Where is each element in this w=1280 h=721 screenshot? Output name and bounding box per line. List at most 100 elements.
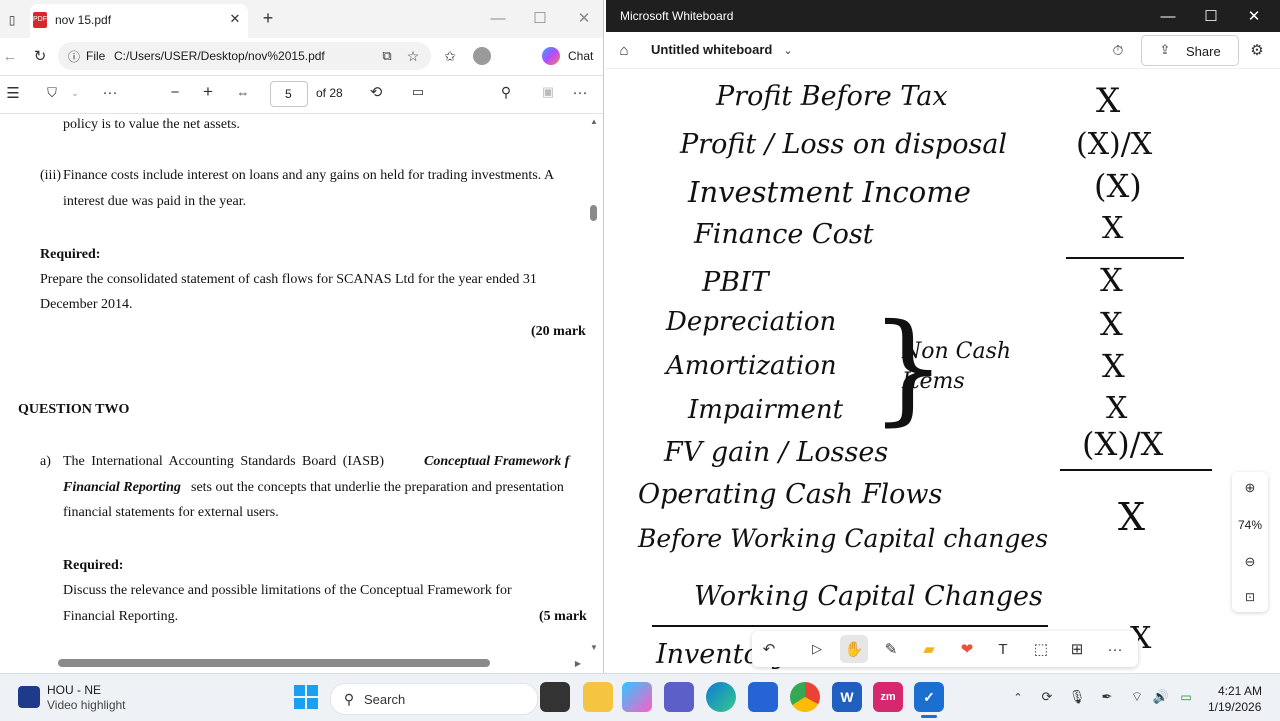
battery-icon[interactable]: ▭ <box>1176 688 1196 706</box>
rotate-icon[interactable]: ⟲ <box>366 82 386 102</box>
required-heading: Required: <box>63 558 124 573</box>
reactions-heart-icon[interactable]: ❤ <box>956 638 978 660</box>
more-tools-icon[interactable]: ··· <box>100 82 120 102</box>
tray-pen-icon[interactable]: ✒ <box>1098 688 1116 706</box>
doc-text: The International Accounting Standards B… <box>63 454 384 469</box>
zoom-out-icon[interactable]: ⊖ <box>1240 552 1260 572</box>
zoom-out-icon[interactable]: − <box>166 82 184 102</box>
wb-close-icon[interactable]: ✕ <box>1244 6 1264 26</box>
ink-text: Operating Cash Flows <box>638 479 943 510</box>
ink-text: FV gain / Losses <box>664 437 889 468</box>
scroll-up-icon[interactable]: ▲ <box>588 115 600 127</box>
refresh-icon[interactable]: ↻ <box>30 46 50 66</box>
wb-maximize-icon[interactable]: ☐ <box>1201 6 1221 26</box>
store-icon[interactable] <box>748 682 778 712</box>
doc-text: Discuss the relevance and possible limit… <box>63 583 512 598</box>
search-icon[interactable]: ⚲ <box>496 82 516 102</box>
more-options-icon[interactable]: ··· <box>1104 638 1126 660</box>
news-widget[interactable]: HOU - NE Video highlight <box>18 682 138 714</box>
doc-text: December 2014. <box>40 297 133 312</box>
favorites-icon[interactable]: ✩ <box>440 46 460 66</box>
settings-gear-icon[interactable]: ⚙ <box>1247 40 1267 60</box>
info-icon[interactable]: ⓘ <box>66 47 82 65</box>
settings-more-icon[interactable]: ··· <box>570 82 590 102</box>
copilot-icon[interactable] <box>542 47 560 65</box>
favorite-star-icon[interactable]: ☆ <box>404 47 422 65</box>
page-view-icon[interactable]: ▭ <box>408 82 428 102</box>
taskbar-search[interactable]: ⚲ Search <box>330 683 538 715</box>
home-icon[interactable]: ⌂ <box>614 40 634 60</box>
minimize-icon[interactable]: — <box>488 8 508 28</box>
chat-label[interactable]: Chat <box>568 49 593 63</box>
zoom-in-icon[interactable]: ⊕ <box>1240 478 1260 498</box>
whiteboard-app-icon[interactable]: ✓ <box>914 682 944 712</box>
board-name[interactable]: Untitled whiteboard <box>651 42 772 57</box>
doc-text: Prepare the consolidated statement of ca… <box>40 272 537 287</box>
sticky-note-icon[interactable]: ▰ <box>918 638 940 660</box>
highlight-dropdown-icon[interactable]: ⌄ <box>68 84 82 102</box>
board-menu-chevron-icon[interactable]: ⌄ <box>780 41 796 59</box>
read-aloud-icon[interactable]: ⧉ <box>378 47 396 65</box>
share-button[interactable]: ⇪ Share <box>1141 35 1239 66</box>
ink-text: Before Working Capital changes <box>638 524 1049 553</box>
new-tab-icon[interactable]: + <box>258 8 278 28</box>
chrome-icon[interactable] <box>790 682 820 712</box>
select-pointer-icon[interactable]: ▷ <box>806 638 828 660</box>
edge-icon[interactable] <box>706 682 736 712</box>
shapes-icon[interactable]: ⬚ <box>1030 638 1052 660</box>
zoom-level: 74% <box>1238 518 1263 532</box>
url-field[interactable]: ⓘ File C:/Users/USER/Desktop/nov%2015.pd… <box>58 42 431 70</box>
hand-pan-icon[interactable]: ✋ <box>840 635 868 663</box>
scroll-right-icon[interactable]: ▶ <box>572 657 584 669</box>
clock-date[interactable]: 1/19/2026 <box>1208 700 1261 714</box>
wifi-icon[interactable]: ⌔ <box>1128 688 1146 706</box>
pen-icon[interactable]: ✎ <box>880 638 902 660</box>
maximize-icon[interactable]: ☐ <box>530 8 550 28</box>
zoom-in-icon[interactable]: + <box>198 82 218 102</box>
profile-avatar[interactable] <box>473 47 491 65</box>
zoom-app-icon[interactable]: zm <box>873 682 903 712</box>
undo-icon[interactable]: ↶ <box>758 638 780 660</box>
word-icon[interactable]: W <box>832 682 862 712</box>
start-button[interactable] <box>294 685 318 709</box>
fit-width-icon[interactable]: ⇔ <box>232 82 254 102</box>
teams-icon[interactable] <box>664 682 694 712</box>
page-number-input[interactable]: 5 <box>270 81 308 107</box>
ink-text: Impairment <box>688 395 844 425</box>
ink-text: Amortization <box>666 351 837 381</box>
vertical-scrollbar-thumb[interactable] <box>590 205 597 221</box>
whiteboard-canvas[interactable]: Profit Before Tax Profit / Loss on dispo… <box>606 69 1280 673</box>
timer-icon[interactable]: ⏱ <box>1108 40 1128 60</box>
app-title: Microsoft Whiteboard <box>620 9 734 23</box>
wb-minimize-icon[interactable]: — <box>1158 6 1178 26</box>
ink-amount: (X)/X <box>1082 425 1164 463</box>
doc-text: Financial Reporting. <box>63 609 179 624</box>
volume-icon[interactable]: 🔊 <box>1152 688 1170 706</box>
tray-mic-icon[interactable]: 🎙 <box>1068 688 1086 706</box>
tray-chevron-icon[interactable]: ⌃ <box>1010 688 1026 706</box>
scroll-down-icon[interactable]: ▼ <box>588 641 600 653</box>
file-explorer-icon[interactable] <box>583 682 613 712</box>
horizontal-scrollbar-thumb[interactable] <box>58 659 490 667</box>
file-label: File <box>86 49 106 63</box>
clock-time[interactable]: 4:21 AM <box>1218 684 1262 698</box>
question-heading: QUESTION TWO <box>18 402 130 417</box>
fit-to-screen-icon[interactable]: ⊡ <box>1240 588 1260 606</box>
save-icon[interactable]: ▣ <box>538 82 558 102</box>
tab-title: nov 15.pdf <box>55 13 112 27</box>
close-icon[interactable]: ✕ <box>574 8 594 28</box>
tray-sync-icon[interactable]: ⟳ <box>1038 688 1056 706</box>
tab-close-icon[interactable]: ✕ <box>226 10 244 28</box>
task-view-icon[interactable] <box>540 682 570 712</box>
photos-icon[interactable] <box>622 682 652 712</box>
sidebar-toggle-icon[interactable]: ▯ <box>2 10 22 30</box>
ink-amount: X <box>1118 495 1146 539</box>
back-icon[interactable]: ← <box>2 46 18 66</box>
contents-icon[interactable]: ☰ <box>4 84 22 102</box>
text-tool-icon[interactable]: T <box>992 638 1014 660</box>
templates-icon[interactable]: ⊞ <box>1066 638 1088 660</box>
highlight-icon[interactable]: ⛉ <box>42 84 62 102</box>
doc-text: financial statements for external users. <box>63 505 279 520</box>
pdf-tab[interactable]: PDF nov 15.pdf ✕ <box>30 4 248 38</box>
ink-note: Non Cash Items <box>902 339 1012 394</box>
